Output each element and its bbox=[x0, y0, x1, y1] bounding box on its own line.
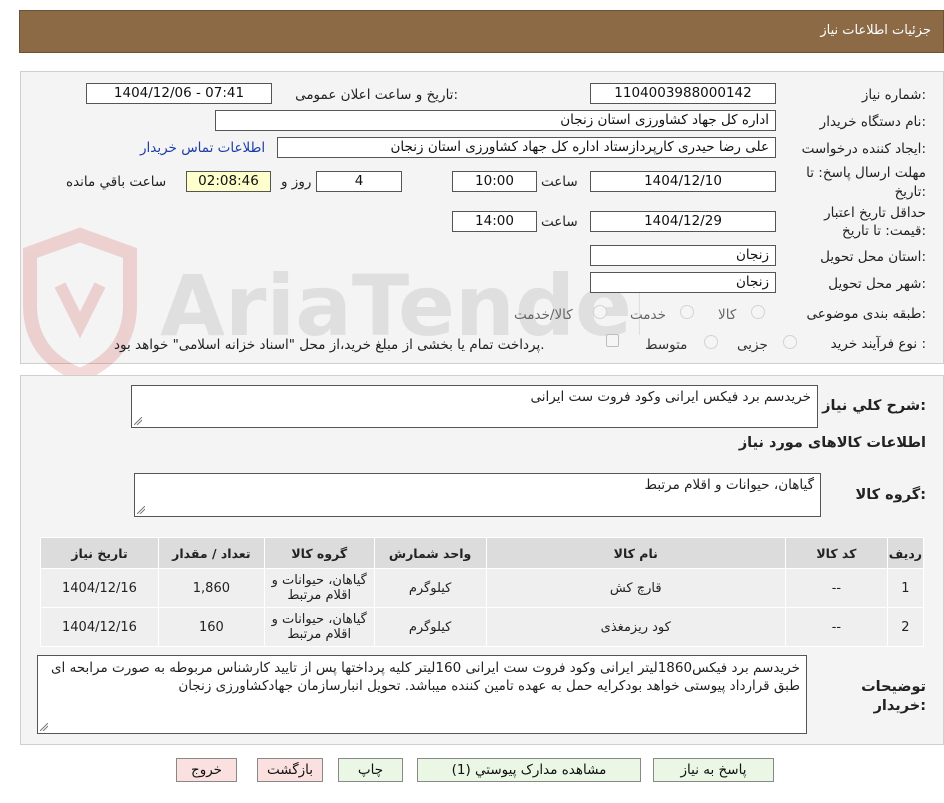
table-row: 2 -- کود ریزمغذی کیلوگرم گیاهان، حیوانات… bbox=[40, 607, 925, 647]
table-row: 1 -- قارچ کش کیلوگرم گیاهان، حیوانات و ا… bbox=[40, 568, 925, 608]
column-header: گروه کالا bbox=[263, 537, 375, 569]
process-minor-label: جزیی bbox=[737, 337, 768, 353]
need-number-label: شماره نیاز: bbox=[861, 87, 926, 103]
deadline-label-2: تاریخ: bbox=[894, 184, 926, 200]
page-title: جزئیات اطلاعات نیاز bbox=[820, 23, 931, 38]
quantity-cell: 1,860 bbox=[157, 568, 265, 608]
goods-info-title: اطلاعات کالاهای مورد نیاز bbox=[738, 435, 926, 451]
reply-button[interactable]: پاسخ به نیاز bbox=[653, 758, 774, 782]
summary-text: خریدسم برد فیکس ایرانی وکود فروت ست ایرا… bbox=[530, 389, 811, 405]
contact-buyer-link[interactable]: اطلاعات تماس خریدار bbox=[140, 140, 265, 156]
item-name-cell: کود ریزمغذی bbox=[485, 607, 786, 647]
column-header: ردیف bbox=[886, 537, 925, 569]
category-goods-service-label: کالا/خدمت bbox=[514, 307, 573, 323]
province-label: استان محل تحویل: bbox=[820, 249, 926, 265]
notes-text: خریدسم برد فیکس1860لیتر ایرانی وکود فروت… bbox=[50, 660, 800, 694]
notes-textarea[interactable]: خریدسم برد فیکس1860لیتر ایرانی وکود فروت… bbox=[37, 655, 807, 734]
group-textarea[interactable]: گیاهان، حیوانات و اقلام مرتبط bbox=[134, 473, 821, 517]
deadline-time-label: ساعت bbox=[541, 174, 578, 190]
exit-button[interactable]: خروج bbox=[176, 758, 237, 782]
deadline-label-1: مهلت ارسال پاسخ: تا bbox=[806, 165, 926, 181]
validity-time-field: 14:00 bbox=[452, 211, 537, 232]
need-number-field: 1104003988000142 bbox=[590, 83, 776, 104]
unit-cell: کیلوگرم bbox=[373, 607, 487, 647]
deadline-time-field: 10:00 bbox=[452, 171, 537, 192]
city-field: زنجان bbox=[590, 272, 776, 293]
column-header: کد کالا bbox=[784, 537, 888, 569]
item-name-cell: قارچ کش bbox=[485, 568, 786, 608]
treasury-payment-checkbox[interactable] bbox=[606, 334, 619, 347]
need-date-cell: 1404/12/16 bbox=[40, 568, 159, 608]
back-button[interactable]: بازگشت bbox=[257, 758, 323, 782]
summary-label: شرح کلي نياز: bbox=[822, 398, 926, 414]
creator-field: علی رضا حیدری کارپردازستاد اداره کل جهاد… bbox=[277, 137, 776, 158]
deadline-date-field: 1404/12/10 bbox=[590, 171, 776, 192]
process-medium-label: متوسط bbox=[645, 337, 688, 353]
group-text: گیاهان، حیوانات و اقلام مرتبط bbox=[644, 477, 814, 493]
column-header: نام کالا bbox=[485, 537, 786, 569]
category-service-label: خدمت bbox=[630, 307, 666, 323]
page-header: جزئیات اطلاعات نیاز bbox=[19, 10, 944, 53]
items-table: ردیف کد کالا نام کالا واحد شمارش گروه کا… bbox=[40, 537, 925, 647]
column-header: تاریخ نیاز bbox=[40, 537, 159, 569]
process-minor-radio[interactable] bbox=[783, 335, 797, 349]
remaining-label: ساعت باقي مانده bbox=[66, 174, 167, 190]
resize-grip-icon[interactable] bbox=[134, 417, 142, 425]
province-field: زنجان bbox=[590, 245, 776, 266]
category-service-radio[interactable] bbox=[680, 305, 694, 319]
announce-label: تاریخ و ساعت اعلان عمومی: bbox=[295, 87, 458, 103]
remaining-time-field: 02:08:46 bbox=[186, 171, 271, 192]
category-goods-service-radio[interactable] bbox=[593, 305, 607, 319]
item-group-cell: گیاهان، حیوانات و اقلام مرتبط bbox=[263, 568, 375, 608]
validity-label-2: قیمت: تا تاریخ: bbox=[841, 223, 926, 239]
process-label: نوع فرآیند خرید : bbox=[830, 336, 926, 352]
view-attachments-button[interactable]: مشاهده مدارک پیوستي (1) bbox=[417, 758, 641, 782]
group-label: گروه کالا: bbox=[855, 487, 926, 503]
item-code-cell: -- bbox=[784, 607, 888, 647]
notes-label-1: توضیحات bbox=[861, 679, 926, 695]
category-goods-label: کالا bbox=[718, 307, 737, 323]
category-goods-radio[interactable] bbox=[751, 305, 765, 319]
item-group-cell: گیاهان، حیوانات و اقلام مرتبط bbox=[263, 607, 375, 647]
category-label: طبقه بندی موضوعی: bbox=[806, 306, 926, 322]
city-label: شهر محل تحویل: bbox=[828, 276, 926, 292]
column-header: واحد شمارش bbox=[373, 537, 487, 569]
days-label: روز و bbox=[281, 174, 312, 190]
quantity-cell: 160 bbox=[157, 607, 265, 647]
process-medium-radio[interactable] bbox=[704, 335, 718, 349]
need-date-cell: 1404/12/16 bbox=[40, 607, 159, 647]
creator-label: ایجاد کننده درخواست: bbox=[801, 141, 926, 157]
buyer-org-field: اداره کل جهاد کشاورزی استان زنجان bbox=[215, 110, 776, 131]
unit-cell: کیلوگرم bbox=[373, 568, 487, 608]
resize-grip-icon[interactable] bbox=[40, 723, 48, 731]
print-button[interactable]: چاپ bbox=[338, 758, 403, 782]
table-header-row: ردیف کد کالا نام کالا واحد شمارش گروه کا… bbox=[40, 537, 925, 569]
treasury-payment-note: پرداخت تمام یا بخشی از مبلغ خرید،از محل … bbox=[114, 337, 545, 353]
announce-field: 1404/12/06 - 07:41 bbox=[86, 83, 272, 104]
validity-label-1: حداقل تاریخ اعتبار bbox=[824, 205, 926, 221]
buyer-org-label: نام دستگاه خریدار: bbox=[819, 114, 926, 130]
item-code-cell: -- bbox=[784, 568, 888, 608]
summary-textarea[interactable]: خریدسم برد فیکس ایرانی وکود فروت ست ایرا… bbox=[131, 385, 818, 428]
validity-date-field: 1404/12/29 bbox=[590, 211, 776, 232]
notes-label-2: خریدار: bbox=[873, 698, 926, 714]
days-field: 4 bbox=[316, 171, 402, 192]
column-header: تعداد / مقدار bbox=[157, 537, 265, 569]
validity-time-label: ساعت bbox=[541, 214, 578, 230]
resize-grip-icon[interactable] bbox=[137, 506, 145, 514]
row-number-cell: 2 bbox=[886, 607, 925, 647]
row-number-cell: 1 bbox=[886, 568, 925, 608]
